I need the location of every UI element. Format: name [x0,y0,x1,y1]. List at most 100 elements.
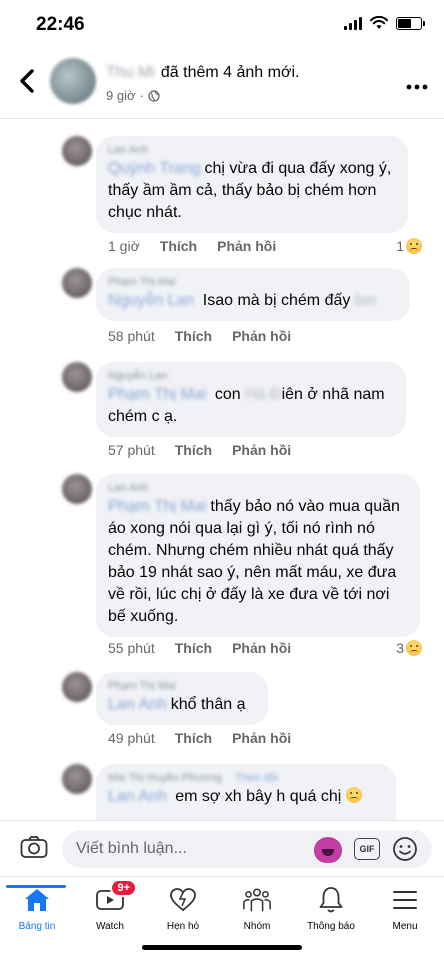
pleading-emoji-icon [345,787,362,803]
post-author-name[interactable]: Thu Mi [106,64,155,82]
tab-label: Watch [96,921,124,932]
header-divider [0,118,444,119]
reply-button[interactable]: Phản hồi [217,238,276,254]
battery-icon [396,16,425,30]
comment-actions: 1 giờ Thích Phản hồi [108,238,276,254]
comment-author[interactable]: Lan Anh [108,482,406,496]
tab-groups[interactable]: Nhóm [222,885,292,932]
post-author-line: Thu Mi đã thêm 4 ảnh mới. [106,64,299,82]
like-button[interactable]: Thích [175,640,212,656]
like-button[interactable]: Thích [160,238,197,254]
comment-mention[interactable]: Phạm Thị Mai [108,498,206,515]
sad-reaction-icon [406,640,422,656]
tab-watch[interactable]: 9+ Watch [75,879,145,932]
comment-bubble[interactable]: Nguyễn Lan Phạm Thị Mai con Hà Điên ở nh… [96,362,406,437]
comment-mention[interactable]: Lan Anh [108,696,167,713]
status-icons [344,16,425,30]
comment-text: Phạm Thị Mai thấy bảo nó vào mua quần áo … [108,496,406,628]
comment-actions: 49 phút Thích Phản hồi [108,730,291,746]
reaction-count: 3 [396,640,404,656]
comment-bubble[interactable]: Phạm Thị Mai Nguyễn Lan Isao mà bị chém … [96,268,410,321]
wifi-icon [370,16,388,29]
comment-time[interactable]: 57 phút [108,442,155,458]
comment-avatar[interactable] [62,474,92,504]
comment-mention[interactable]: Nguyễn Lan [108,292,194,309]
notification-badge: 9+ [110,879,137,897]
comment-body-start: con [214,386,241,403]
like-button[interactable]: Thích [175,730,212,746]
back-button[interactable] [14,66,40,96]
tab-label: Menu [392,921,418,932]
more-options-button[interactable] [406,72,428,94]
comment-author: Mai Thị Huyền Phương Theo dõi [108,772,382,786]
chevron-left-icon [20,69,34,93]
comment-mention[interactable]: Phạm Thị Mai [108,386,206,403]
home-indicator [142,945,302,950]
camera-icon[interactable] [20,835,48,859]
reply-button[interactable]: Phản hồi [232,328,291,344]
bell-icon [316,885,346,915]
comment-body: khổ thân ạ [170,696,246,713]
comment-text: Lan Anh em sợ xh bây h quá chị [108,786,382,808]
post-time[interactable]: 9 giờ [106,88,136,103]
like-button[interactable]: Thích [175,328,212,344]
comment-mention[interactable]: Quỳnh Trang [108,160,201,177]
comment-author[interactable]: Lan Anh [108,144,394,158]
redacted-text: Hà Đ [245,386,282,403]
dating-heart-icon [168,885,198,915]
comment-avatar[interactable] [62,268,92,298]
signal-icon [344,16,362,30]
status-time: 22:46 [36,14,85,35]
reaction-count: 1 [396,238,404,254]
tab-label: Hẹn hò [166,921,200,932]
comment-author[interactable]: Phạm Thị Mai [108,276,396,290]
comment-text: Lan Anh khổ thân ạ [108,694,254,716]
comment-time[interactable]: 58 phút [108,328,155,344]
reply-button[interactable]: Phản hồi [232,640,291,656]
comment-time[interactable]: 49 phút [108,730,155,746]
comment-body: thấy bảo nó vào mua quần áo xong nói qua… [108,498,400,625]
post-action: đã thêm 4 ảnh mới. [160,64,300,81]
comment-avatar[interactable] [62,672,92,702]
comment-actions: 57 phút Thích Phản hồi [108,442,291,458]
tab-dating[interactable]: Hẹn hò [148,885,218,932]
more-dots-icon [406,84,428,90]
gif-button[interactable]: GIF [354,838,380,860]
post-meta: 9 giờ · [106,88,160,103]
tab-menu[interactable]: Menu [370,885,440,932]
comment-text: Phạm Thị Mai con Hà Điên ở nhã nam chém … [108,384,392,428]
reply-button[interactable]: Phản hồi [232,442,291,458]
comment-avatar[interactable] [62,136,92,166]
comment-author[interactable]: Nguyễn Lan [108,370,392,384]
tab-label: Nhóm [243,921,271,932]
comment-bubble[interactable]: Phạm Thị Mai Lan Anh khổ thân ạ [96,672,268,725]
sticker-icon[interactable] [314,837,342,863]
reaction-summary[interactable]: 3 [396,640,422,656]
redacted-text: lan [354,292,377,309]
comment-time[interactable]: 55 phút [108,640,155,656]
comment-time[interactable]: 1 giờ [108,238,140,254]
comment-bubble[interactable]: Lan Anh Quỳnh Trang chị vừa đi qua đấy xo… [96,136,408,233]
tab-news-feed[interactable]: Bảng tin [2,885,72,932]
comment-avatar[interactable] [62,362,92,392]
like-button[interactable]: Thích [175,442,212,458]
emoji-icon[interactable] [392,836,418,862]
reaction-summary[interactable]: 1 [396,238,422,254]
comment-actions: 58 phút Thích Phản hồi [108,328,291,344]
comment-author-tag[interactable]: Theo dõi [235,772,278,784]
meta-separator: · [139,88,144,103]
tab-label: Thông báo [307,921,355,932]
comment-mention[interactable]: Lan Anh [108,788,167,805]
post-header: Thu Mi đã thêm 4 ảnh mới. 9 giờ · [0,52,444,114]
author-avatar[interactable] [50,58,96,104]
comment-avatar[interactable] [62,764,92,794]
comment-bubble[interactable]: Lan Anh Phạm Thị Mai thấy bảo nó vào mua … [96,474,420,637]
comment-author[interactable]: Phạm Thị Mai [108,680,254,694]
comment-text: Quỳnh Trang chị vừa đi qua đấy xong ý, th… [108,158,394,224]
menu-icon [390,885,420,915]
reply-button[interactable]: Phản hồi [232,730,291,746]
tab-notifications[interactable]: Thông báo [296,885,366,932]
comment-author-name[interactable]: Mai Thị Huyền Phương [108,772,222,784]
comment-text: Nguyễn Lan Isao mà bị chém đấy lan [108,290,396,312]
comment-body: em sợ xh bây h quá chị [175,788,342,805]
